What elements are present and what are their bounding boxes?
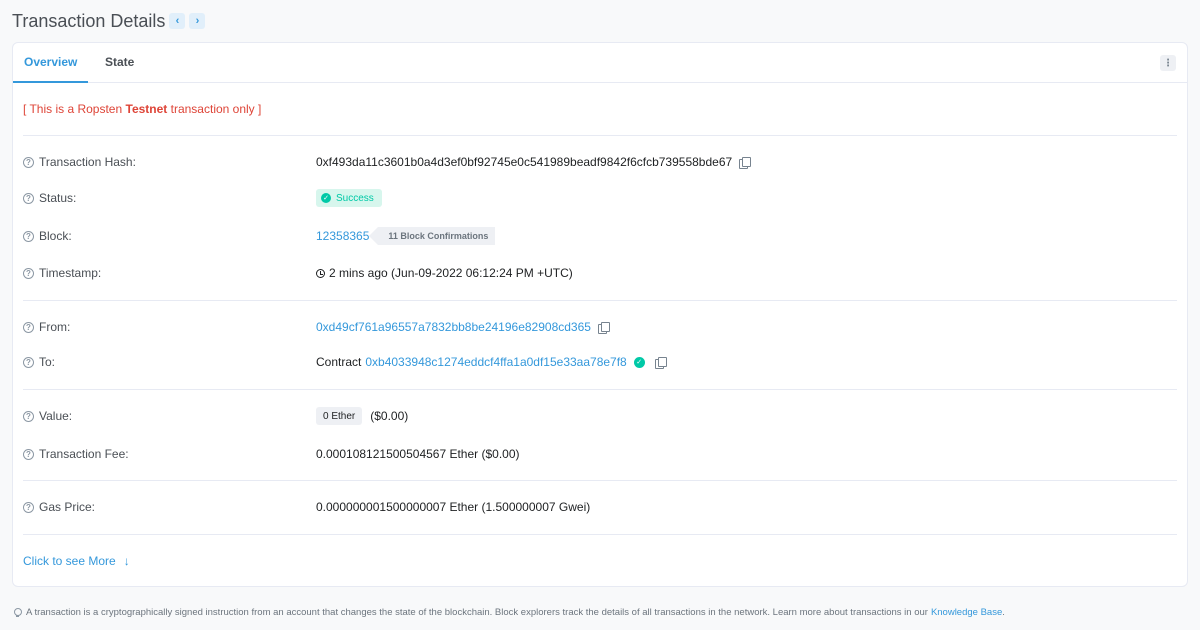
tab-state[interactable]: State <box>105 43 134 83</box>
help-icon[interactable]: ? <box>23 501 34 513</box>
prev-transaction-button[interactable]: ‹ <box>169 13 186 29</box>
help-icon[interactable]: ? <box>23 192 34 204</box>
help-icon[interactable]: ? <box>23 356 34 368</box>
page-title: Transaction Details <box>12 10 166 31</box>
row-value: ? Value: 0 Ether ($0.00) <box>23 407 1177 425</box>
footer-end: . <box>1002 607 1005 618</box>
row-block: ? Block: 12358365 11 Block Confirmations <box>23 227 1177 245</box>
help-icon[interactable]: ? <box>23 448 34 460</box>
value-usd: ($0.00) <box>370 409 409 423</box>
divider <box>23 300 1177 301</box>
timestamp-value: 2 mins ago (Jun-09-2022 06:12:24 PM +UTC… <box>329 266 573 280</box>
notice-network: Testnet <box>125 102 168 116</box>
tab-bar: Overview State ⋮ <box>13 43 1187 83</box>
value-label: Value: <box>39 409 73 423</box>
divider <box>23 534 1177 535</box>
fee-value: 0.000108121500504567 Ether ($0.00) <box>316 447 520 461</box>
row-gas-price: ? Gas Price: 0.000000001500000007 Ether (… <box>23 498 1177 516</box>
status-badge: ✓ Success <box>316 189 382 207</box>
arrow-down-icon: ↓ <box>123 554 130 568</box>
footer-note: A transaction is a cryptographically sig… <box>12 607 1005 618</box>
row-transaction-hash: ? Transaction Hash: 0xf493da11c3601b0a4d3… <box>23 153 1177 171</box>
help-icon[interactable]: ? <box>23 321 34 333</box>
testnet-notice: [ This is a Ropsten Testnet transaction … <box>23 102 261 116</box>
tab-overview[interactable]: Overview <box>13 43 89 83</box>
from-address-link[interactable]: 0xd49cf761a96557a7832bb8be24196e82908cd3… <box>316 320 591 334</box>
hash-label: Transaction Hash: <box>39 155 136 169</box>
clock-icon <box>316 268 325 278</box>
see-more-label: Click to see More <box>23 554 116 568</box>
lightbulb-icon <box>12 607 22 618</box>
gas-label: Gas Price: <box>39 500 96 514</box>
divider <box>23 389 1177 390</box>
row-from: ? From: 0xd49cf761a96557a7832bb8be24196e8… <box>23 318 1177 336</box>
ether-amount-badge: 0 Ether <box>316 407 363 425</box>
block-number-link[interactable]: 12358365 <box>316 229 369 243</box>
row-to: ? To: Contract 0xb4033948c1274eddcf4ffa1a0… <box>23 353 1177 371</box>
help-icon[interactable]: ? <box>23 230 34 242</box>
block-label: Block: <box>39 229 72 243</box>
transaction-card: Overview State ⋮ [ This is a Ropsten Tes… <box>12 42 1188 587</box>
to-address-link[interactable]: 0xb4033948c1274eddcf4ffa1a0df15e33aa78e7… <box>365 355 626 369</box>
help-icon[interactable]: ? <box>23 156 34 168</box>
page-header: Transaction Details ‹ › <box>12 10 206 32</box>
transaction-hash-value: 0xf493da11c3601b0a4d3ef0bf92745e0c541989… <box>316 155 733 169</box>
copy-icon[interactable] <box>739 156 752 169</box>
fee-label: Transaction Fee: <box>39 447 129 461</box>
notice-suffix: transaction only ] <box>167 102 262 116</box>
verified-check-icon: ✓ <box>633 356 645 368</box>
notice-prefix: [ This is a Ropsten <box>23 102 126 116</box>
divider <box>23 480 1177 481</box>
row-transaction-fee: ? Transaction Fee: 0.000108121500504567 E… <box>23 445 1177 463</box>
more-options-button[interactable]: ⋮ <box>1160 55 1176 71</box>
knowledge-base-link[interactable]: Knowledge Base <box>931 607 1002 618</box>
row-status: ? Status: ✓ Success <box>23 189 1177 207</box>
help-icon[interactable]: ? <box>23 410 34 422</box>
footer-text: A transaction is a cryptographically sig… <box>26 607 928 618</box>
to-label: To: <box>39 355 56 369</box>
block-confirmations-badge: 11 Block Confirmations <box>369 227 496 245</box>
divider <box>23 135 1177 136</box>
status-text: Success <box>336 192 374 204</box>
help-icon[interactable]: ? <box>23 267 34 279</box>
contract-prefix: Contract <box>316 355 362 369</box>
copy-icon[interactable] <box>654 356 667 369</box>
next-transaction-button[interactable]: › <box>189 13 206 29</box>
timestamp-label: Timestamp: <box>39 266 102 280</box>
from-label: From: <box>39 320 71 334</box>
gas-price-value: 0.000000001500000007 Ether (1.500000007 … <box>316 500 591 514</box>
see-more-link[interactable]: Click to see More ↓ <box>23 554 130 568</box>
copy-icon[interactable] <box>597 321 610 334</box>
check-circle-icon: ✓ <box>321 193 331 203</box>
row-timestamp: ? Timestamp: 2 mins ago (Jun-09-2022 06:1… <box>23 264 1177 282</box>
status-label: Status: <box>39 191 77 205</box>
